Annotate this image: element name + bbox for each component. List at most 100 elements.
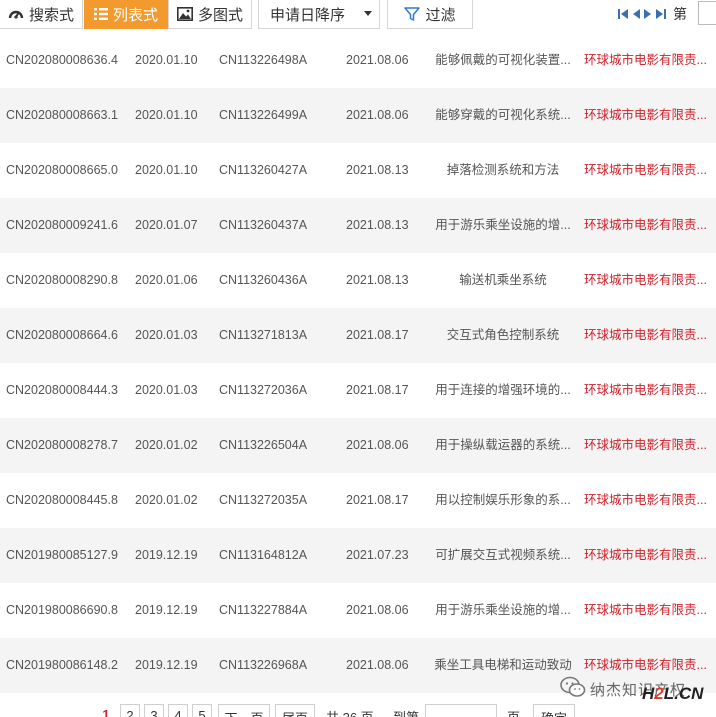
publication-date: 2021.08.17 [346,328,409,342]
publication-number: CN113260437A [219,218,308,232]
applicant-name: 环球城市电影有限责... [584,548,707,562]
application-number[interactable]: CN202080008445.8 [6,473,118,528]
patent-title[interactable]: 输送机乘坐系统 [432,253,574,308]
publication-date: 2021.08.06 [346,438,409,452]
applicant-name: 环球城市电影有限责... [584,163,707,177]
publication-date: 2021.08.13 [346,163,409,177]
next-page-icon[interactable] [644,8,652,20]
funnel-icon [404,6,421,22]
table-row[interactable]: CN202080008636.4 2020.01.10 CN113226498A 20… [0,33,716,88]
patent-title[interactable]: 用于游乐乘坐设施的增... [432,583,574,638]
watermark-brand-a: H [642,684,655,703]
application-number[interactable]: CN202080009241.6 [6,198,118,253]
table-row[interactable]: CN201980085127.9 2019.12.19 CN113164812A 20… [0,528,716,583]
prev-page-icon[interactable] [632,8,640,20]
publication-number: CN113226968A [219,658,308,672]
publication-date: 2021.07.23 [346,548,409,562]
gauge-icon [8,6,24,22]
publication-number: CN113226504A [219,438,308,452]
application-date: 2020.01.06 [135,273,198,287]
application-number[interactable]: CN202080008636.4 [6,33,118,88]
publication-date: 2021.08.13 [346,273,409,287]
patent-title[interactable]: 用于连接的增强环境的... [432,363,574,418]
publication-number: CN113226499A [219,108,308,122]
patent-title[interactable]: 用以控制娱乐形象的系... [432,473,574,528]
patent-title[interactable]: 乘坐工具电梯和运动致动 [432,638,574,693]
publication-number: CN113260427A [219,163,308,177]
application-number[interactable]: CN202080008290.8 [6,253,118,308]
table-row[interactable]: CN202080008665.0 2020.01.10 CN113260427A 20… [0,143,716,198]
application-number[interactable]: CN201980086148.2 [6,638,118,693]
table-row[interactable]: CN202080008278.7 2020.01.02 CN113226504A 20… [0,418,716,473]
top-page-input[interactable] [698,1,716,25]
pager-page-5[interactable]: 5 [192,704,212,717]
application-date: 2019.12.19 [135,603,198,617]
application-number[interactable]: CN201980085127.9 [6,528,118,583]
filter-button[interactable]: 过滤 [387,0,473,29]
pager-goto-input[interactable] [425,704,497,717]
publication-number: CN113164812A [219,548,308,562]
result-table: CN202080008636.4 2020.01.10 CN113226498A 20… [0,33,716,693]
table-row[interactable]: CN202080008444.3 2020.01.03 CN113272036A 20… [0,363,716,418]
pager-page-3[interactable]: 3 [144,704,164,717]
toolbar: 搜索式 列表式 多图式 申请日降序 过滤 第 [0,0,716,30]
last-page-icon[interactable] [656,8,666,20]
application-number[interactable]: CN202080008278.7 [6,418,118,473]
patent-title[interactable]: 用于游乐乘坐设施的增... [432,198,574,253]
table-row[interactable]: CN202080008445.8 2020.01.02 CN113272035A 20… [0,473,716,528]
bottom-pager: 1 2 3 4 5 下一页 尾页 共 26 页 到第 页 确定 [0,702,716,717]
sort-select[interactable]: 申请日降序 [258,0,380,29]
table-row[interactable]: CN202080009241.6 2020.01.07 CN113260437A 20… [0,198,716,253]
publication-date: 2021.08.17 [346,383,409,397]
patent-title[interactable]: 交互式角色控制系统 [432,308,574,363]
list-mode-button[interactable]: 列表式 [84,0,168,29]
applicant-name: 环球城市电影有限责... [584,108,707,122]
applicant-name: 环球城市电影有限责... [584,328,707,342]
image-icon [176,7,193,21]
publication-number: CN113272035A [219,493,308,507]
table-row[interactable]: CN202080008290.8 2020.01.06 CN113260436A 20… [0,253,716,308]
application-number[interactable]: CN201980086690.8 [6,583,118,638]
application-date: 2019.12.19 [135,658,198,672]
list-mode-label: 列表式 [112,6,158,24]
watermark-brand-c: L.CN [663,684,704,703]
chevron-down-icon [364,11,372,16]
pager-next-button[interactable]: 下一页 [218,704,270,717]
table-row[interactable]: CN201980086690.8 2019.12.19 CN113227884A 20… [0,583,716,638]
publication-date: 2021.08.13 [346,218,409,232]
search-mode-button[interactable]: 搜索式 [0,0,83,29]
application-date: 2019.12.19 [135,548,198,562]
patent-title[interactable]: 能够穿戴的可视化系统... [432,88,574,143]
filter-label: 过滤 [425,6,456,24]
patent-title[interactable]: 掉落检测系统和方法 [432,143,574,198]
application-number[interactable]: CN202080008663.1 [6,88,118,143]
applicant-name: 环球城市电影有限责... [584,383,707,397]
pager-confirm-button[interactable]: 确定 [533,704,575,717]
application-number[interactable]: CN202080008665.0 [6,143,118,198]
pager-page-4[interactable]: 4 [168,704,188,717]
publication-number: CN113227884A [219,603,308,617]
patent-title[interactable]: 能够佩戴的可视化装置... [432,33,574,88]
publication-number: CN113226498A [219,53,308,67]
multi-image-mode-label: 多图式 [197,6,243,24]
patent-title[interactable]: 用于操纵载运器的系统... [432,418,574,473]
publication-date: 2021.08.17 [346,493,409,507]
applicant-name: 环球城市电影有限责... [584,273,707,287]
first-page-icon[interactable] [618,8,628,20]
application-date: 2020.01.10 [135,163,198,177]
patent-title[interactable]: 可扩展交互式视频系统... [432,528,574,583]
publication-number: CN113260436A [219,273,308,287]
publication-number: CN113272036A [219,383,308,397]
publication-date: 2021.08.06 [346,658,409,672]
pager-page-2[interactable]: 2 [120,704,140,717]
table-row[interactable]: CN202080008663.1 2020.01.10 CN113226499A 20… [0,88,716,143]
pager-last-button[interactable]: 尾页 [275,704,315,717]
application-number[interactable]: CN202080008664.6 [6,308,118,363]
search-mode-label: 搜索式 [28,6,74,24]
application-date: 2020.01.10 [135,53,198,67]
page-prefix-label: 第 [673,6,687,22]
applicant-name: 环球城市电影有限责... [584,53,707,67]
application-number[interactable]: CN202080008444.3 [6,363,118,418]
table-row[interactable]: CN202080008664.6 2020.01.03 CN113271813A 20… [0,308,716,363]
multi-image-mode-button[interactable]: 多图式 [168,0,252,29]
